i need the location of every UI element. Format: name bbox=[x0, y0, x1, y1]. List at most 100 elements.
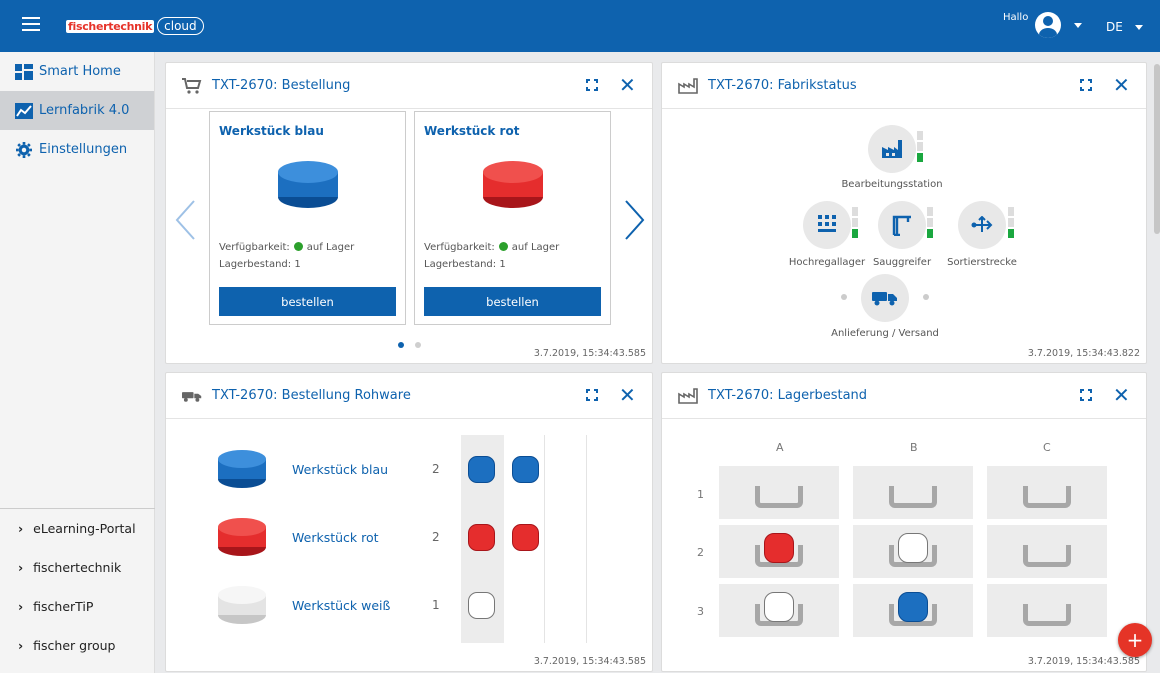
external-links: › eLearning-Portal › fischertechnik › fisch… bbox=[0, 508, 155, 665]
language-dropdown-caret-icon[interactable] bbox=[1135, 25, 1143, 30]
timestamp: 3.7.2019, 15:34:43.585 bbox=[533, 348, 646, 359]
fullscreen-icon[interactable] bbox=[586, 389, 598, 401]
raw-item-count: 2 bbox=[432, 530, 440, 544]
sidebar-item-lernfabrik[interactable]: Lernfabrik 4.0 bbox=[0, 91, 154, 130]
blue-workpiece-icon bbox=[278, 161, 338, 208]
scrollbar[interactable] bbox=[1154, 64, 1160, 234]
stock-cell-c3[interactable] bbox=[987, 584, 1107, 637]
raw-item-count: 1 bbox=[432, 598, 440, 612]
close-icon[interactable]: ✕ bbox=[1113, 75, 1130, 95]
close-icon[interactable]: ✕ bbox=[1113, 385, 1130, 405]
stock-cell-b1[interactable] bbox=[853, 466, 973, 519]
station-sorting[interactable]: Sortierstrecke bbox=[941, 201, 1023, 268]
fullscreen-icon[interactable] bbox=[1080, 389, 1092, 401]
divider bbox=[544, 435, 545, 643]
carousel-page-dot-active[interactable] bbox=[398, 342, 404, 348]
link-fischertechnik[interactable]: › fischertechnik bbox=[0, 548, 155, 587]
stock-cell-c1[interactable] bbox=[987, 466, 1107, 519]
stock-card: TXT-2670: Lagerbestand ✕ A B C 1 2 3 3.7… bbox=[661, 372, 1147, 672]
carousel-next-icon[interactable] bbox=[624, 199, 646, 241]
empty-tray-icon bbox=[1023, 604, 1071, 626]
card-header: TXT-2670: Lagerbestand bbox=[662, 373, 1146, 419]
chevron-right-icon: › bbox=[18, 521, 24, 536]
close-icon[interactable]: ✕ bbox=[619, 385, 636, 405]
link-label: fischer group bbox=[33, 638, 116, 653]
timestamp: 3.7.2019, 15:34:43.822 bbox=[1027, 348, 1140, 359]
white-slot bbox=[468, 592, 495, 619]
carousel-prev-icon[interactable] bbox=[174, 199, 196, 241]
language-selector[interactable]: DE bbox=[1106, 20, 1123, 34]
factory-icon bbox=[678, 77, 698, 94]
station-vacuum-gripper[interactable]: Sauggreifer bbox=[862, 201, 942, 268]
station-processing[interactable]: Bearbeitungsstation bbox=[837, 125, 947, 190]
status-light bbox=[852, 207, 859, 240]
stock-cell-a3[interactable] bbox=[719, 584, 839, 637]
chart-icon bbox=[15, 102, 33, 119]
add-widget-button[interactable]: + bbox=[1118, 623, 1152, 657]
stock-cell-a1[interactable] bbox=[719, 466, 839, 519]
card-title: TXT-2670: Bestellung bbox=[212, 78, 351, 93]
cloud-badge: cloud bbox=[157, 17, 204, 35]
product-card-blue: Werkstück blau Verfügbarkeit: auf Lager L… bbox=[209, 111, 406, 325]
empty-tray-icon bbox=[755, 486, 803, 508]
station-high-bay[interactable]: Hochregallager bbox=[782, 201, 872, 268]
link-elearning-portal[interactable]: › eLearning-Portal bbox=[0, 509, 155, 548]
station-label: Anlieferung / Versand bbox=[831, 328, 939, 339]
white-workpiece-icon bbox=[898, 533, 928, 563]
sidebar-item-einstellungen[interactable]: Einstellungen bbox=[0, 130, 154, 169]
column-header: A bbox=[776, 441, 784, 454]
card-title: TXT-2670: Lagerbestand bbox=[708, 388, 868, 403]
link-label: eLearning-Portal bbox=[33, 521, 136, 536]
timestamp: 3.7.2019, 15:34:43.585 bbox=[533, 656, 646, 667]
warehouse-icon bbox=[803, 201, 851, 249]
stock-cell-b3[interactable] bbox=[853, 584, 973, 637]
link-fischer-group[interactable]: › fischer group bbox=[0, 626, 155, 665]
stock-cell-c2[interactable] bbox=[987, 525, 1107, 578]
status-dot-icon bbox=[841, 294, 847, 300]
link-label: fischerTiP bbox=[33, 599, 94, 614]
menu-icon[interactable] bbox=[22, 17, 40, 31]
availability-value: auf Lager bbox=[306, 242, 355, 253]
brand-logo[interactable]: fischertechnik cloud bbox=[66, 10, 204, 42]
stock-cell-b2[interactable] bbox=[853, 525, 973, 578]
timestamp: 3.7.2019, 15:34:43.585 bbox=[1027, 656, 1140, 667]
status-light bbox=[1008, 207, 1015, 240]
status-dot-icon bbox=[293, 242, 303, 251]
raw-row-white: Werkstück weiß 1 bbox=[216, 582, 476, 632]
carousel-page-dot[interactable] bbox=[415, 342, 421, 348]
column-header: B bbox=[910, 441, 918, 454]
availability-row: Verfügbarkeit: auf Lager bbox=[424, 242, 559, 253]
chevron-right-icon: › bbox=[18, 599, 24, 614]
chevron-right-icon: › bbox=[18, 560, 24, 575]
row-header: 1 bbox=[697, 488, 704, 501]
link-fischertip[interactable]: › fischerTiP bbox=[0, 587, 155, 626]
factory-icon bbox=[678, 387, 698, 404]
availability-label: Verfügbarkeit: bbox=[424, 242, 495, 253]
empty-tray-icon bbox=[1023, 545, 1071, 567]
factory-status-card: TXT-2670: Fabrikstatus ✕ Bearbeitungssta… bbox=[661, 62, 1147, 364]
red-slot bbox=[468, 524, 495, 551]
fullscreen-icon[interactable] bbox=[1080, 79, 1092, 91]
order-button[interactable]: bestellen bbox=[219, 287, 396, 316]
fullscreen-icon[interactable] bbox=[586, 79, 598, 91]
stock-cell-a2[interactable] bbox=[719, 525, 839, 578]
stock-label: Lagerbestand: bbox=[219, 259, 292, 270]
sidebar-item-smart-home[interactable]: Smart Home bbox=[0, 52, 154, 91]
white-workpiece-icon bbox=[218, 586, 266, 624]
raw-item-count: 2 bbox=[432, 462, 440, 476]
link-label: fischertechnik bbox=[33, 560, 122, 575]
dashboard-icon bbox=[15, 63, 33, 80]
close-icon[interactable]: ✕ bbox=[619, 75, 636, 95]
station-label: Sortierstrecke bbox=[947, 257, 1017, 268]
empty-tray-icon bbox=[889, 486, 937, 508]
station-delivery[interactable]: Anlieferung / Versand bbox=[825, 274, 945, 339]
order-button[interactable]: bestellen bbox=[424, 287, 601, 316]
blue-slot bbox=[468, 456, 495, 483]
account-avatar-icon[interactable] bbox=[1035, 12, 1061, 38]
crane-icon bbox=[878, 201, 926, 249]
product-name: Werkstück rot bbox=[424, 124, 520, 138]
blue-workpiece-icon bbox=[898, 592, 928, 622]
red-workpiece-icon bbox=[483, 161, 543, 208]
sorting-icon bbox=[958, 201, 1006, 249]
account-dropdown-caret-icon[interactable] bbox=[1074, 23, 1082, 28]
